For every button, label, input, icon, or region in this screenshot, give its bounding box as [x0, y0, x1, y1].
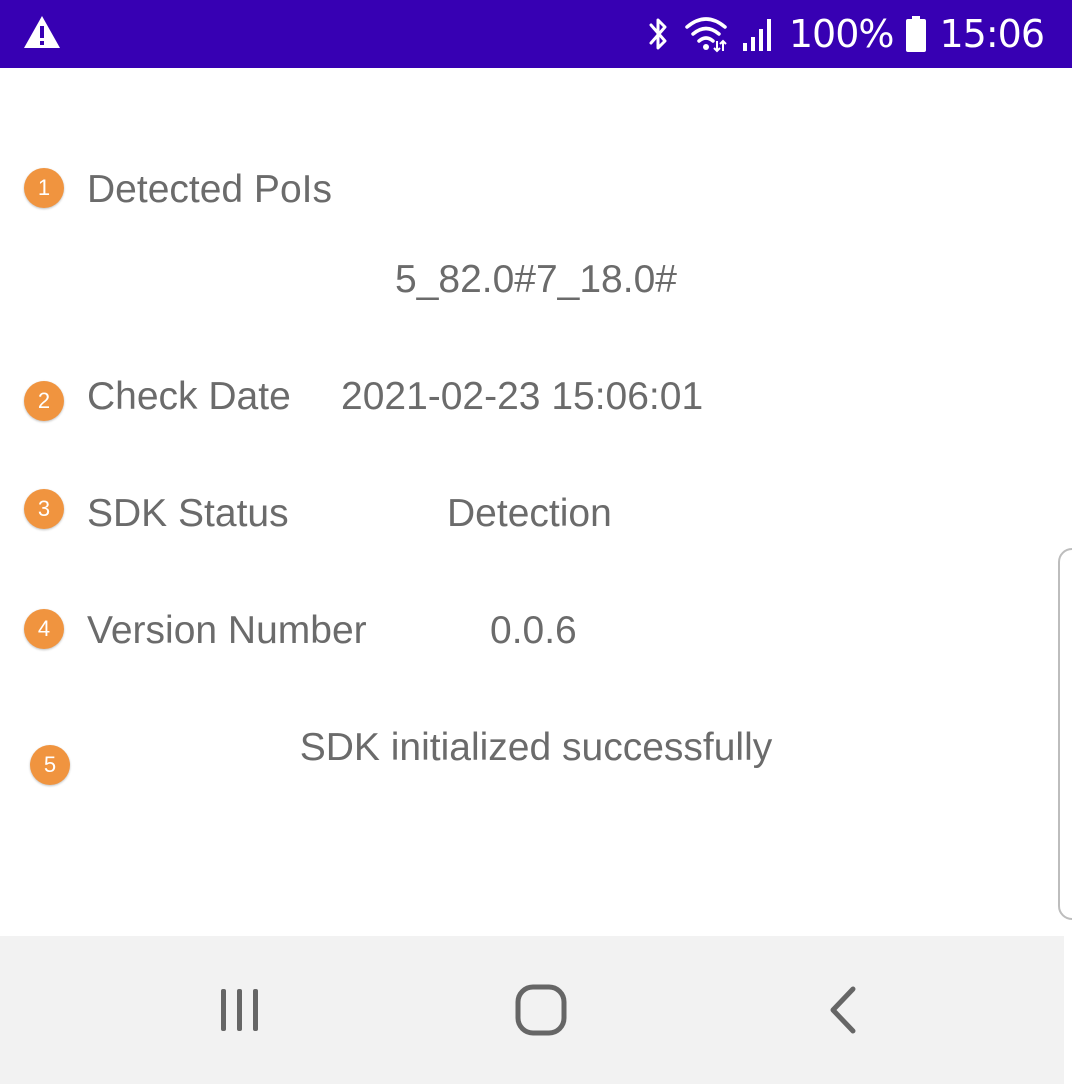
home-button[interactable]: [501, 980, 581, 1040]
sdk-status-value: Detection: [447, 492, 612, 535]
status-time: 15:06: [939, 12, 1045, 56]
check-date-label: Check Date: [87, 375, 291, 418]
status-icons: 100% 15:06: [645, 8, 1045, 60]
detected-pois-label: Detected PoIs: [87, 168, 332, 211]
edge-panel-handle[interactable]: [1058, 548, 1072, 920]
sdk-init-message: SDK initialized successfully: [299, 726, 773, 769]
app-screen: 100% 15:06 1 Detected PoIs 5_82.0#7_18.0…: [0, 0, 1072, 1084]
step-badge-2: 2: [24, 381, 64, 421]
wifi-icon: [685, 17, 727, 53]
sdk-status-label: SDK Status: [87, 492, 289, 535]
cellular-signal-icon: [742, 19, 771, 51]
step-badge-1: 1: [24, 168, 64, 208]
version-number-value: 0.0.6: [490, 609, 577, 652]
warning-icon: [24, 16, 60, 48]
recent-apps-button[interactable]: [200, 980, 280, 1040]
back-icon: [830, 986, 856, 1034]
step-badge-3: 3: [24, 489, 64, 529]
home-icon: [515, 984, 567, 1036]
check-date-value: 2021-02-23 15:06:01: [341, 375, 704, 418]
version-number-label: Version Number: [87, 609, 367, 652]
navigation-bar: [0, 936, 1064, 1084]
recent-apps-icon: [221, 989, 258, 1031]
battery-icon: [906, 16, 927, 52]
step-badge-4: 4: [24, 609, 64, 649]
back-button[interactable]: [803, 980, 883, 1040]
detected-pois-value: 5_82.0#7_18.0#: [395, 258, 677, 301]
battery-percent: 100%: [788, 12, 895, 56]
status-bar: 100% 15:06: [0, 0, 1072, 68]
bluetooth-icon: [649, 18, 667, 50]
